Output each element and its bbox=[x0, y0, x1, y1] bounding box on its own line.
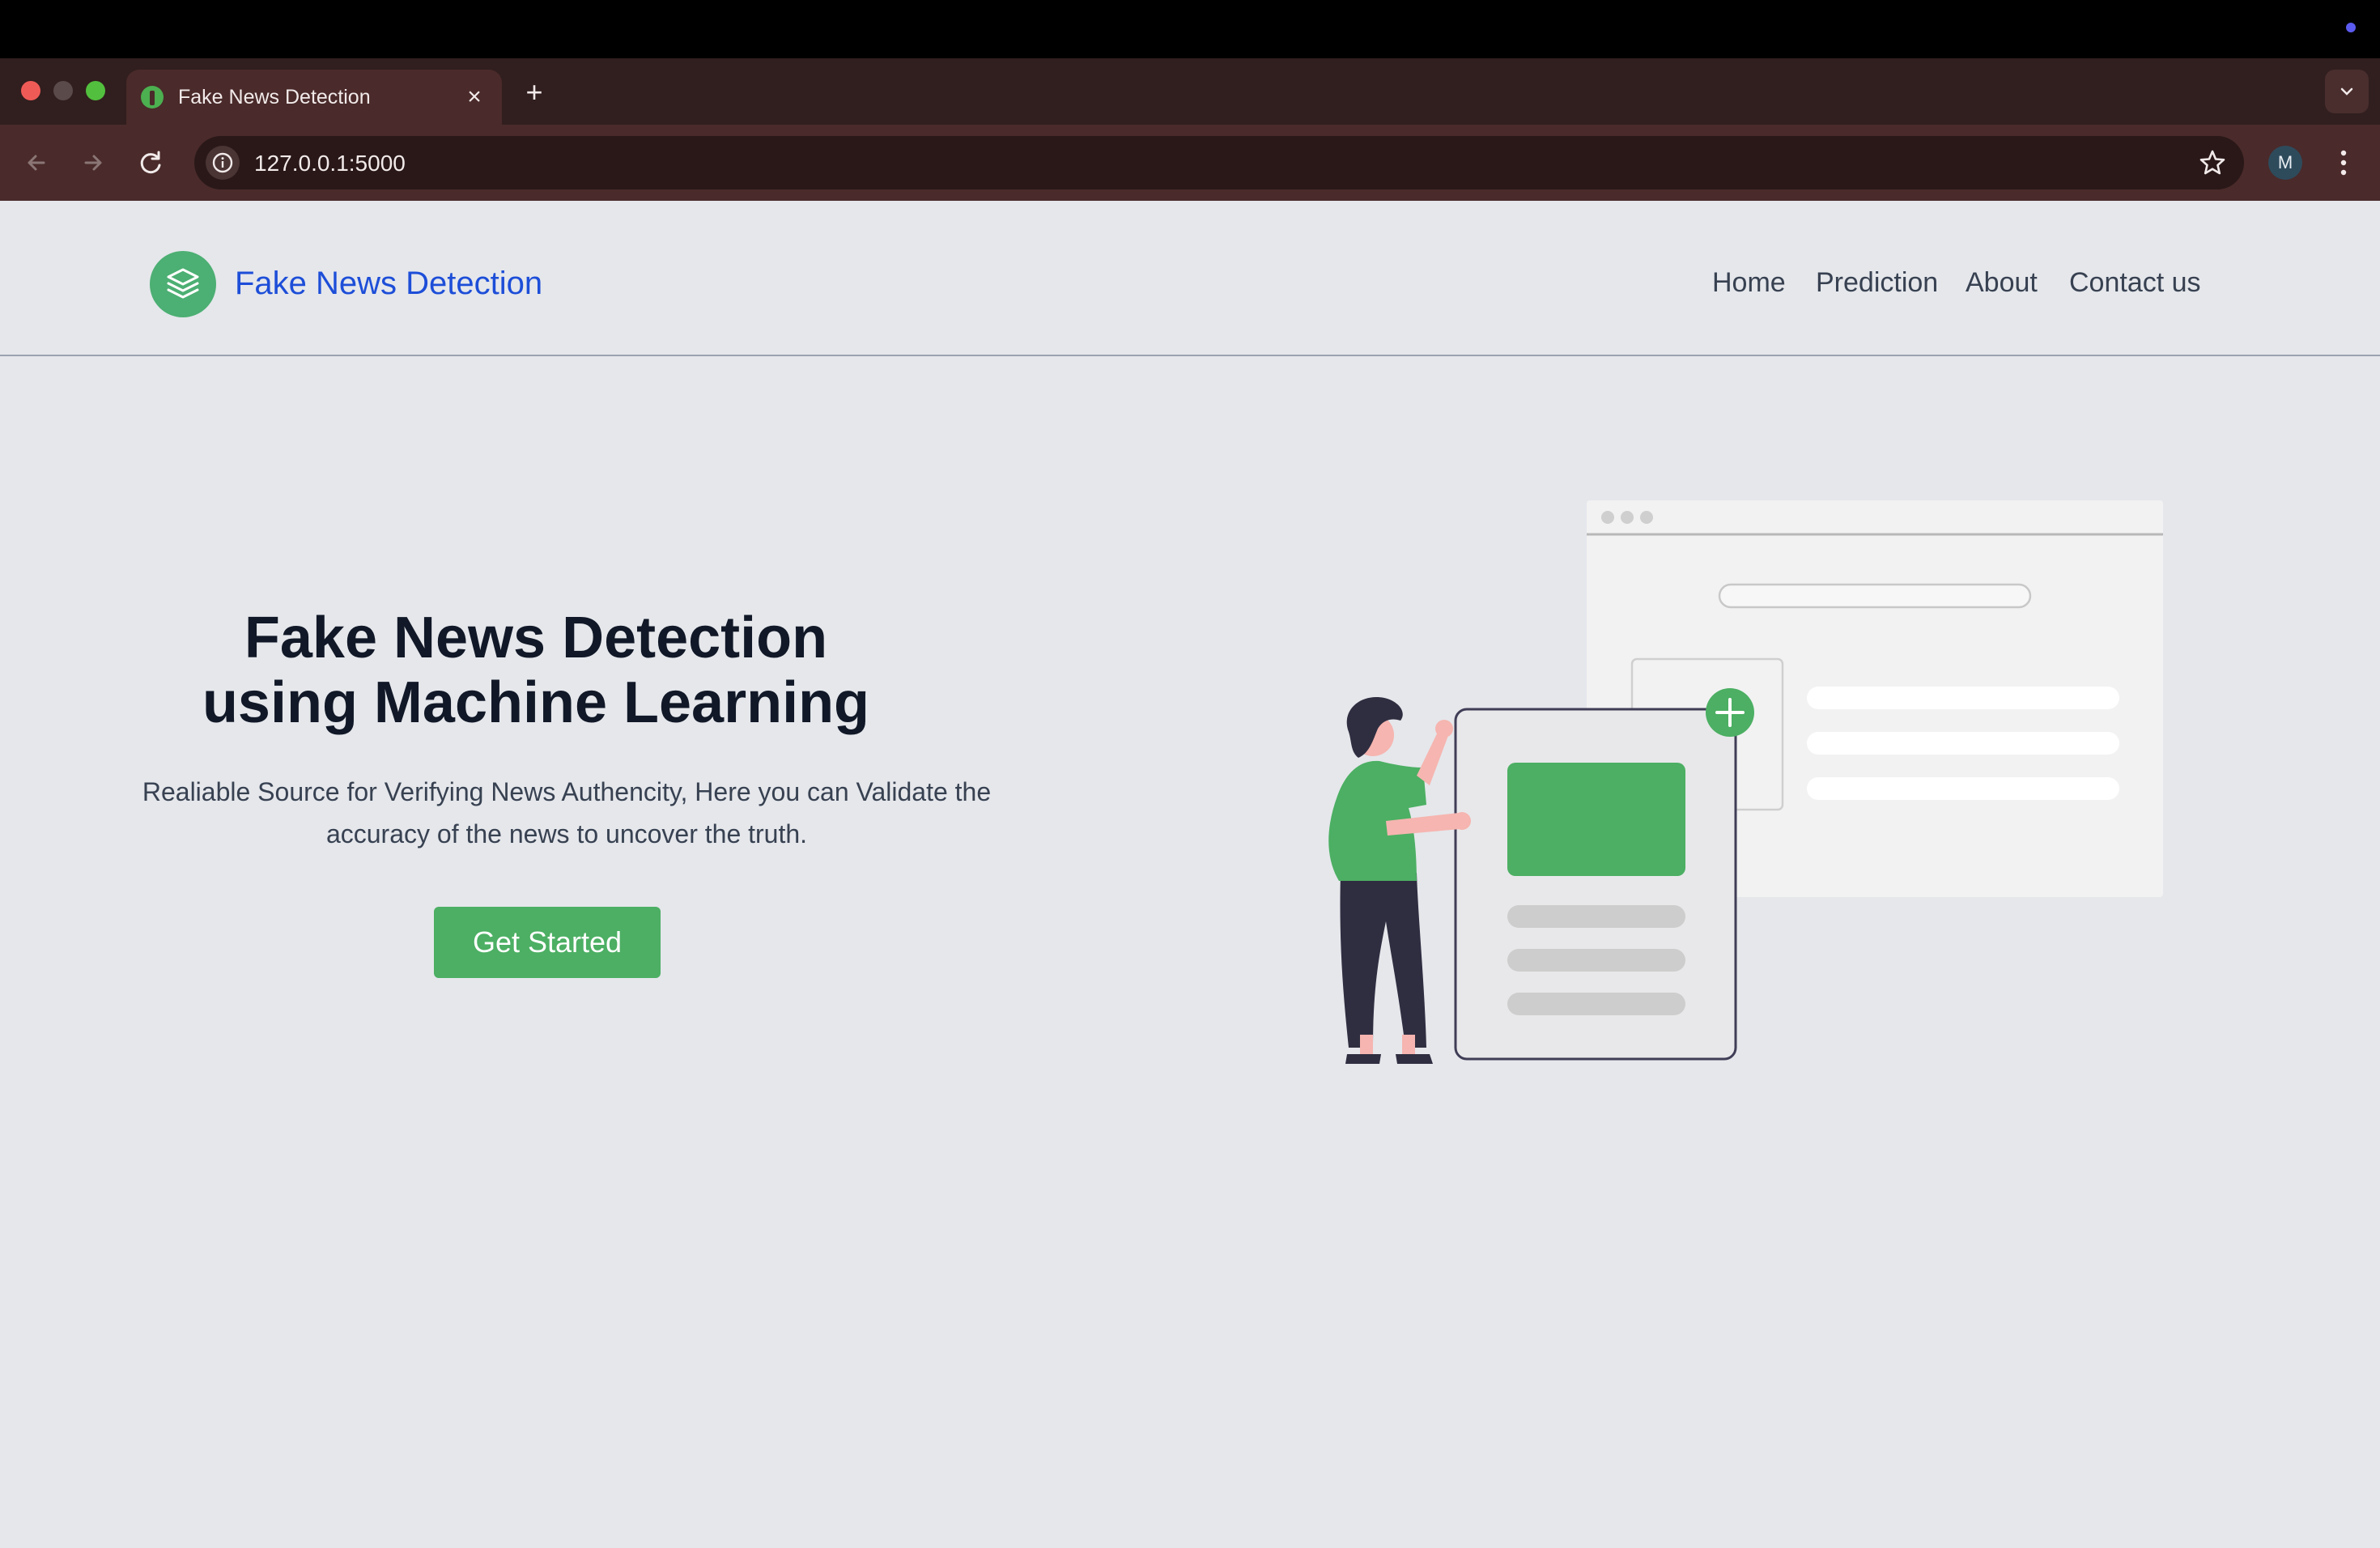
url-text[interactable]: 127.0.0.1:5000 bbox=[254, 151, 406, 176]
person-illustration bbox=[1328, 697, 1471, 1064]
reload-icon bbox=[140, 151, 161, 174]
tab-list-button[interactable] bbox=[2325, 70, 2369, 113]
browser-tab-strip: Fake News Detection × + bbox=[0, 58, 2380, 125]
window-close-button[interactable] bbox=[21, 81, 40, 100]
os-menu-bar bbox=[0, 0, 2380, 58]
nav-home[interactable]: Home bbox=[1712, 267, 1786, 299]
get-started-button[interactable]: Get Started bbox=[434, 907, 661, 978]
browser-tab-active[interactable]: Fake News Detection × bbox=[126, 70, 502, 125]
tab-close-icon[interactable]: × bbox=[458, 81, 491, 113]
forward-button[interactable] bbox=[74, 144, 112, 181]
forward-arrow-icon bbox=[84, 155, 102, 171]
site-header: Fake News Detection Home Prediction Abou… bbox=[0, 201, 2380, 356]
nav-about[interactable]: About bbox=[1966, 267, 2038, 299]
document-card-illustration bbox=[1454, 688, 1754, 1061]
site-info-button[interactable] bbox=[206, 146, 240, 180]
tab-list-chevron-icon bbox=[2340, 87, 2353, 96]
profile-avatar[interactable]: M bbox=[2268, 146, 2302, 180]
window-minimize-button[interactable] bbox=[53, 81, 73, 100]
site-logo[interactable] bbox=[150, 251, 216, 317]
browser-toolbar: 127.0.0.1:5000 M bbox=[0, 125, 2380, 201]
status-dot-icon bbox=[2346, 23, 2356, 32]
bookmark-star-icon[interactable] bbox=[2197, 147, 2228, 178]
favicon-icon bbox=[141, 86, 164, 108]
brand-name[interactable]: Fake News Detection bbox=[235, 266, 542, 302]
back-arrow-icon bbox=[28, 155, 45, 171]
kebab-menu-icon[interactable] bbox=[2331, 144, 2356, 181]
site-info-icon bbox=[212, 152, 233, 173]
hero-title-line-2: using Machine Learning bbox=[202, 670, 870, 735]
hero-subtitle: Realiable Source for Verifying News Auth… bbox=[142, 777, 992, 848]
hero-illustration bbox=[1328, 500, 2163, 1064]
web-page: Fake News Detection Home Prediction Abou… bbox=[0, 201, 2380, 1548]
tab-title: Fake News Detection bbox=[178, 86, 371, 108]
nav-contact-us[interactable]: Contact us bbox=[2069, 267, 2201, 299]
new-tab-button[interactable]: + bbox=[518, 78, 550, 110]
reload-button[interactable] bbox=[133, 144, 170, 181]
back-button[interactable] bbox=[18, 144, 55, 181]
layers-logo-icon bbox=[167, 268, 199, 299]
hero-title-line-1: Fake News Detection bbox=[244, 606, 828, 670]
nav-prediction[interactable]: Prediction bbox=[1816, 267, 1938, 299]
hero-title: Fake News Detection using Machine Learni… bbox=[162, 606, 910, 735]
address-bar[interactable]: 127.0.0.1:5000 bbox=[194, 136, 2244, 189]
window-zoom-button[interactable] bbox=[86, 81, 105, 100]
